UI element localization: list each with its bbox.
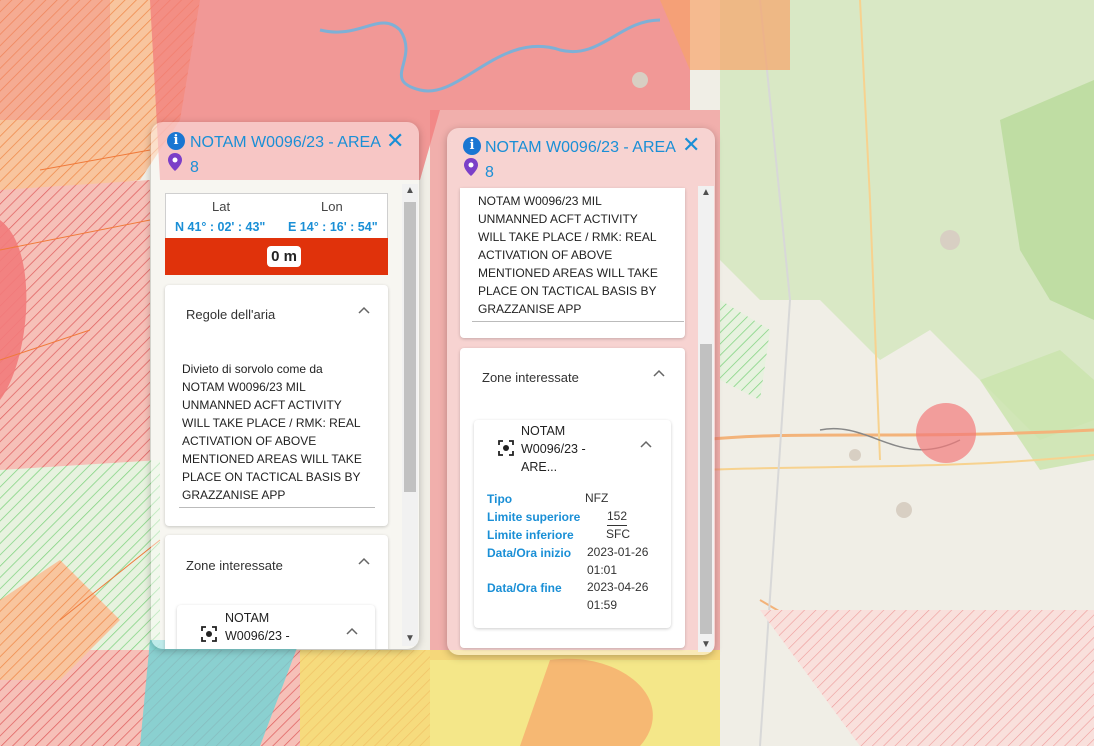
zone-item[interactable]: NOTAM W0096/23 - bbox=[177, 605, 375, 649]
map-pin-icon bbox=[168, 153, 182, 171]
scroll-down-arrow[interactable]: ▼ bbox=[402, 632, 418, 646]
rules-line: WILL TAKE PLACE / RMK: REAL bbox=[478, 230, 657, 244]
scrollbar[interactable]: ▲ ▼ bbox=[402, 184, 418, 646]
close-icon[interactable]: ✕ bbox=[386, 130, 404, 152]
start-value: 2023-01-26 01:01 bbox=[587, 543, 648, 579]
zone-line: ARE... bbox=[521, 460, 558, 474]
zone-line: NOTAM bbox=[521, 424, 566, 438]
lat-value: N 41° : 02' : 43" bbox=[175, 220, 266, 234]
rules-line: PLACE ON TACTICAL BASIS BY bbox=[478, 284, 657, 298]
rules-section: Regole dell'aria Divieto di sorvolo come… bbox=[165, 285, 388, 526]
zone-line: W0096/23 - bbox=[521, 442, 586, 456]
rules-line: GRAZZANISE APP bbox=[182, 488, 286, 502]
upper-limit-label: Limite superiore bbox=[487, 510, 581, 524]
rules-line: GRAZZANISE APP bbox=[478, 302, 582, 316]
close-icon[interactable]: ✕ bbox=[682, 134, 700, 156]
info-icon: i bbox=[463, 137, 481, 155]
notam-popup-left: i NOTAM W0096/23 - AREA ✕ 8 Lat Lon N 41… bbox=[151, 122, 419, 649]
scrollbar[interactable]: ▲ ▼ bbox=[698, 186, 714, 652]
chevron-up-icon[interactable] bbox=[346, 627, 358, 635]
lon-value: E 14° : 16' : 54" bbox=[288, 220, 378, 234]
rules-line: UNMANNED ACFT ACTIVITY bbox=[182, 398, 342, 412]
lon-label: Lon bbox=[321, 199, 343, 214]
zone-item[interactable]: NOTAM W0096/23 - ARE... Tipo NFZ Limite … bbox=[474, 420, 671, 628]
map-pin-icon bbox=[464, 158, 478, 176]
altitude-bar: 0 m bbox=[165, 238, 388, 275]
info-icon: i bbox=[167, 132, 185, 150]
zone-line: NOTAM bbox=[225, 611, 270, 625]
rules-section-title[interactable]: Regole dell'aria bbox=[186, 307, 275, 322]
end-date: 2023-04-26 bbox=[587, 580, 649, 594]
rules-line: MENTIONED AREAS WILL TAKE bbox=[182, 452, 362, 466]
scroll-up-arrow[interactable]: ▲ bbox=[698, 186, 714, 200]
lower-limit-value: SFC bbox=[606, 527, 630, 541]
start-time: 01:01 bbox=[587, 563, 618, 577]
chevron-up-icon[interactable] bbox=[653, 369, 665, 377]
rules-line: ACTIVATION OF ABOVE bbox=[478, 248, 613, 262]
popup-title: NOTAM W0096/23 - AREA bbox=[485, 139, 676, 156]
chevron-up-icon[interactable] bbox=[358, 306, 370, 314]
altitude-value: 0 m bbox=[267, 246, 301, 267]
rules-line: Divieto di sorvolo come da bbox=[182, 362, 323, 376]
popup-header: i NOTAM W0096/23 - AREA ✕ 8 bbox=[151, 122, 419, 178]
divider bbox=[472, 321, 684, 322]
chevron-up-icon[interactable] bbox=[640, 440, 652, 448]
rules-section: NOTAM W0096/23 MIL UNMANNED ACFT ACTIVIT… bbox=[460, 188, 685, 338]
rules-text: Divieto di sorvolo come da NOTAM W0096/2… bbox=[182, 360, 362, 504]
chevron-up-icon[interactable] bbox=[358, 557, 370, 565]
popup-title: NOTAM W0096/23 - AREA bbox=[190, 134, 381, 151]
zones-section: Zone interessate NOTAM W0096/23 - ARE...… bbox=[460, 348, 685, 648]
rules-line: MENTIONED AREAS WILL TAKE bbox=[478, 266, 658, 280]
area-number: 8 bbox=[190, 159, 199, 176]
lat-label: Lat bbox=[212, 199, 231, 214]
zone-item-label: NOTAM W0096/23 - ARE... bbox=[521, 422, 586, 476]
rules-line: PLACE ON TACTICAL BASIS BY bbox=[182, 470, 361, 484]
rules-line: WILL TAKE PLACE / RMK: REAL bbox=[182, 416, 361, 430]
lower-limit-label: Limite inferiore bbox=[487, 528, 574, 542]
tipo-value: NFZ bbox=[585, 491, 609, 505]
zone-item-label: NOTAM W0096/23 - bbox=[225, 609, 290, 645]
end-time: 01:59 bbox=[587, 598, 618, 612]
rules-text: NOTAM W0096/23 MIL UNMANNED ACFT ACTIVIT… bbox=[478, 192, 658, 318]
zones-section: Zone interessate NOTAM W0096/23 - bbox=[165, 535, 388, 649]
rules-line: NOTAM W0096/23 MIL bbox=[182, 380, 306, 394]
scroll-thumb[interactable] bbox=[700, 344, 712, 634]
upper-limit-value: 152 bbox=[607, 507, 628, 526]
notam-popup-right: i NOTAM W0096/23 - AREA ✕ 8 NOTAM W0096/… bbox=[447, 128, 715, 655]
popup-header: i NOTAM W0096/23 - AREA ✕ 8 bbox=[447, 128, 715, 184]
focus-icon bbox=[201, 626, 217, 642]
rules-line: NOTAM W0096/23 MIL bbox=[478, 194, 602, 208]
scroll-thumb[interactable] bbox=[404, 202, 416, 492]
rules-line: ACTIVATION OF ABOVE bbox=[182, 434, 317, 448]
zones-section-title[interactable]: Zone interessate bbox=[186, 558, 283, 573]
scroll-up-arrow[interactable]: ▲ bbox=[402, 184, 418, 198]
zone-line: W0096/23 - bbox=[225, 629, 290, 643]
coordinates-box: Lat Lon N 41° : 02' : 43" E 14° : 16' : … bbox=[165, 193, 388, 239]
focus-icon bbox=[498, 440, 514, 456]
area-number: 8 bbox=[485, 164, 494, 181]
end-value: 2023-04-26 01:59 bbox=[587, 578, 648, 614]
start-label: Data/Ora inizio bbox=[487, 546, 572, 560]
end-label: Data/Ora fine bbox=[487, 581, 562, 595]
rules-line: UNMANNED ACFT ACTIVITY bbox=[478, 212, 638, 226]
divider bbox=[179, 507, 375, 508]
tipo-label: Tipo bbox=[487, 492, 513, 506]
start-date: 2023-01-26 bbox=[587, 545, 649, 559]
scroll-down-arrow[interactable]: ▼ bbox=[698, 638, 714, 652]
zones-section-title[interactable]: Zone interessate bbox=[482, 370, 579, 385]
